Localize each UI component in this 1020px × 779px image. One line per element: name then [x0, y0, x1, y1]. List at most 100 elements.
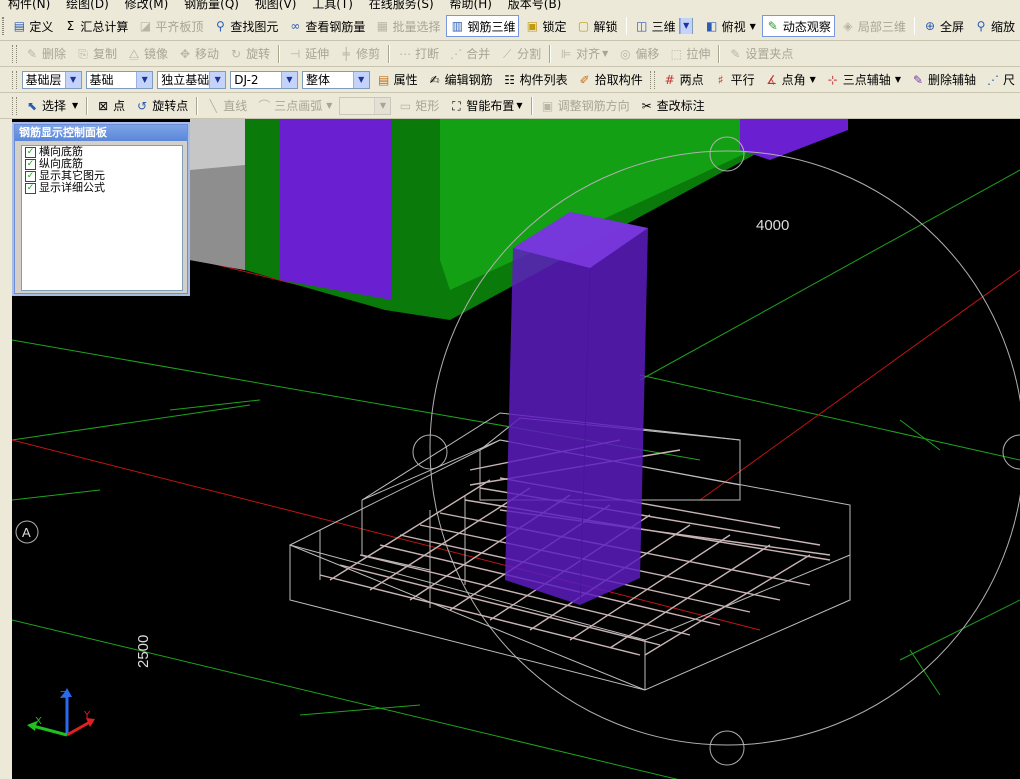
- copy-button[interactable]: ⎘ 复制: [72, 43, 121, 65]
- name-select[interactable]: DJ-2 ▼: [230, 70, 298, 89]
- menu-draw[interactable]: 绘图(D): [66, 0, 109, 11]
- menu-help[interactable]: 帮助(H): [450, 0, 492, 11]
- set-grip-button[interactable]: ✎ 设置夹点: [724, 43, 797, 65]
- component-list-button[interactable]: ☷ 构件列表: [499, 69, 572, 91]
- parallel-icon: ♯: [717, 72, 724, 87]
- floor-select[interactable]: 基础层 ▼: [21, 70, 82, 89]
- toolbar-separator: [549, 44, 552, 63]
- menu-online[interactable]: 在线服务(S): [369, 0, 434, 11]
- delete-axis-button[interactable]: ✎ 删除辅轴: [907, 69, 980, 91]
- merge-button[interactable]: ⋰ 合并: [445, 43, 494, 65]
- move-button[interactable]: ✥ 移动: [174, 43, 223, 65]
- check-icon: ✓: [25, 182, 36, 194]
- define-button[interactable]: ▤ 定义: [8, 15, 57, 37]
- chevron-down-icon: ▼: [516, 101, 523, 110]
- local-3d-button[interactable]: ◈ 局部三维: [837, 15, 910, 37]
- mirror-button[interactable]: ⧋ 镜像: [123, 43, 172, 65]
- toolbar-grip[interactable]: [649, 70, 655, 89]
- find-element-button[interactable]: ⚲ 查找图元: [209, 15, 282, 37]
- sum-button[interactable]: Σ 汇总计算: [59, 15, 132, 37]
- menu-tools[interactable]: 工具(T): [312, 0, 353, 11]
- unlock-button[interactable]: ▢ 解锁: [572, 15, 621, 37]
- rect-button[interactable]: ▭ 矩形: [394, 95, 443, 117]
- mirror-icon: ⧋: [128, 46, 140, 61]
- toolbar-grip[interactable]: [12, 44, 17, 63]
- offset-icon: ◎: [620, 46, 631, 61]
- point-button[interactable]: ⊠ 点: [92, 95, 129, 117]
- edit-rebar-button[interactable]: ✍ 编辑钢筋: [424, 69, 497, 91]
- ruler-button[interactable]: ⋰ 尺: [982, 69, 1019, 91]
- toolbar-grip[interactable]: [12, 96, 17, 115]
- point-icon: ⊠: [98, 98, 109, 113]
- panel-title[interactable]: 钢筋显示控制面板: [15, 125, 187, 141]
- glasses-icon: ∞: [290, 19, 301, 33]
- pick-component-button[interactable]: ✐ 拾取构件: [574, 69, 647, 91]
- component-toolbar: 基础层 ▼ 基础 ▼ 独立基础 ▼ DJ-2 ▼ 整体 ▼ ▤ 属性 ✍ 编辑钢筋 ☷ 构件列表…: [0, 67, 1020, 93]
- offset-button[interactable]: ◎ 偏移: [614, 43, 663, 65]
- properties-button[interactable]: ▤ 属性: [373, 69, 422, 91]
- adjust-rebar-direction-button[interactable]: ▣ 调整钢筋方向: [537, 95, 634, 117]
- purple-column-center[interactable]: [505, 212, 648, 605]
- checkbox-show-formula[interactable]: ✓ 显示详细公式: [22, 182, 182, 194]
- parallel-button[interactable]: ♯ 平行: [710, 69, 759, 91]
- rotate-button[interactable]: ↻ 旋转: [225, 43, 274, 65]
- merge-icon: ⋰: [450, 46, 463, 61]
- menu-version[interactable]: 版本号(B): [508, 0, 562, 11]
- top-view-dropdown[interactable]: ◧ 俯视 ▼: [701, 15, 760, 37]
- check-icon: ✓: [25, 158, 36, 170]
- rebar-3d-button[interactable]: ▥ 钢筋三维: [446, 15, 520, 37]
- menu-modify[interactable]: 修改(M): [125, 0, 169, 11]
- arc-option-select[interactable]: ▼: [339, 96, 392, 115]
- dimension-top: 4000: [756, 217, 789, 234]
- chevron-down-icon: ▼: [64, 71, 81, 88]
- stretch-button[interactable]: ⬚ 拉伸: [665, 43, 714, 65]
- smart-layout-dropdown[interactable]: ⛶ 智能布置 ▼: [445, 95, 526, 117]
- move-icon: ✥: [180, 46, 191, 61]
- toolbar-grip[interactable]: [2, 17, 5, 35]
- split-button[interactable]: ⟋ 分割: [496, 43, 545, 65]
- orbit-handle-right[interactable]: [1002, 434, 1020, 470]
- trim-button[interactable]: ╪ 修剪: [335, 43, 384, 65]
- point-angle-dropdown[interactable]: ∡ 点角 ▼: [761, 69, 820, 91]
- align-dropdown[interactable]: ⊫ 对齐 ▼: [555, 43, 612, 65]
- break-button[interactable]: ⋯ 打断: [394, 43, 443, 65]
- three-point-axis-dropdown[interactable]: ⊹ 三点辅轴 ▼: [822, 69, 905, 91]
- ruler-icon: ⋰: [986, 72, 999, 87]
- cube-icon: ◫: [635, 19, 648, 33]
- toolbar-grip[interactable]: [11, 70, 17, 89]
- select-dropdown[interactable]: ⬉ 选择 ▼: [21, 95, 82, 117]
- dynamic-orbit-button[interactable]: ✎ 动态观察: [761, 15, 835, 37]
- delete-button[interactable]: ✎ 删除: [21, 43, 70, 65]
- lock-button[interactable]: ▣ 锁定: [521, 15, 570, 37]
- menu-component[interactable]: 构件(N): [8, 0, 50, 11]
- category-select[interactable]: 基础 ▼: [85, 70, 154, 89]
- menu-rebar[interactable]: 钢筋量(Q): [184, 0, 239, 11]
- line-icon: ╲: [209, 98, 217, 113]
- type-select[interactable]: 独立基础 ▼: [157, 70, 227, 89]
- chevron-down-icon: ▼: [326, 101, 333, 110]
- zoom-button[interactable]: ⚲ 缩放: [970, 15, 1019, 37]
- edit-label-button[interactable]: ✂ 查改标注: [636, 95, 709, 117]
- chevron-down-icon: ▼: [209, 71, 226, 88]
- batch-select-button[interactable]: ▦ 批量选择: [371, 15, 444, 37]
- menu-view[interactable]: 视图(V): [255, 0, 297, 11]
- rotate-point-icon: ↺: [137, 98, 148, 113]
- chevron-down-icon: ▼: [72, 101, 79, 110]
- trim-icon: ╪: [342, 46, 350, 61]
- panel-list: ✓ 横向底筋 ✓ 纵向底筋 ✓ 显示其它图元 ✓ 显示详细公式: [21, 145, 183, 291]
- table-icon: ▤: [13, 19, 26, 33]
- part-select[interactable]: 整体 ▼: [301, 70, 370, 89]
- orbit-handle-bottom[interactable]: [709, 730, 745, 766]
- two-points-button[interactable]: # 两点: [659, 69, 708, 91]
- align-top-button[interactable]: ◪ 平齐板顶: [134, 15, 207, 37]
- view-3d-dropdown[interactable]: ◫ 三维 ▼: [631, 15, 699, 37]
- line-button[interactable]: ╲ 直线: [202, 95, 251, 117]
- chevron-down-icon: ▼: [894, 75, 901, 84]
- fullscreen-button[interactable]: ⊕ 全屏: [919, 15, 968, 37]
- view-rebar-button[interactable]: ∞ 查看钢筋量: [284, 15, 369, 37]
- extend-button[interactable]: ⊣ 延伸: [284, 43, 333, 65]
- rotate-point-button[interactable]: ↺ 旋转点: [131, 95, 192, 117]
- purple-column-right: [740, 119, 848, 160]
- adjust-direction-icon: ▣: [541, 98, 554, 113]
- arc-dropdown[interactable]: ⌒ 三点画弧 ▼: [253, 95, 336, 117]
